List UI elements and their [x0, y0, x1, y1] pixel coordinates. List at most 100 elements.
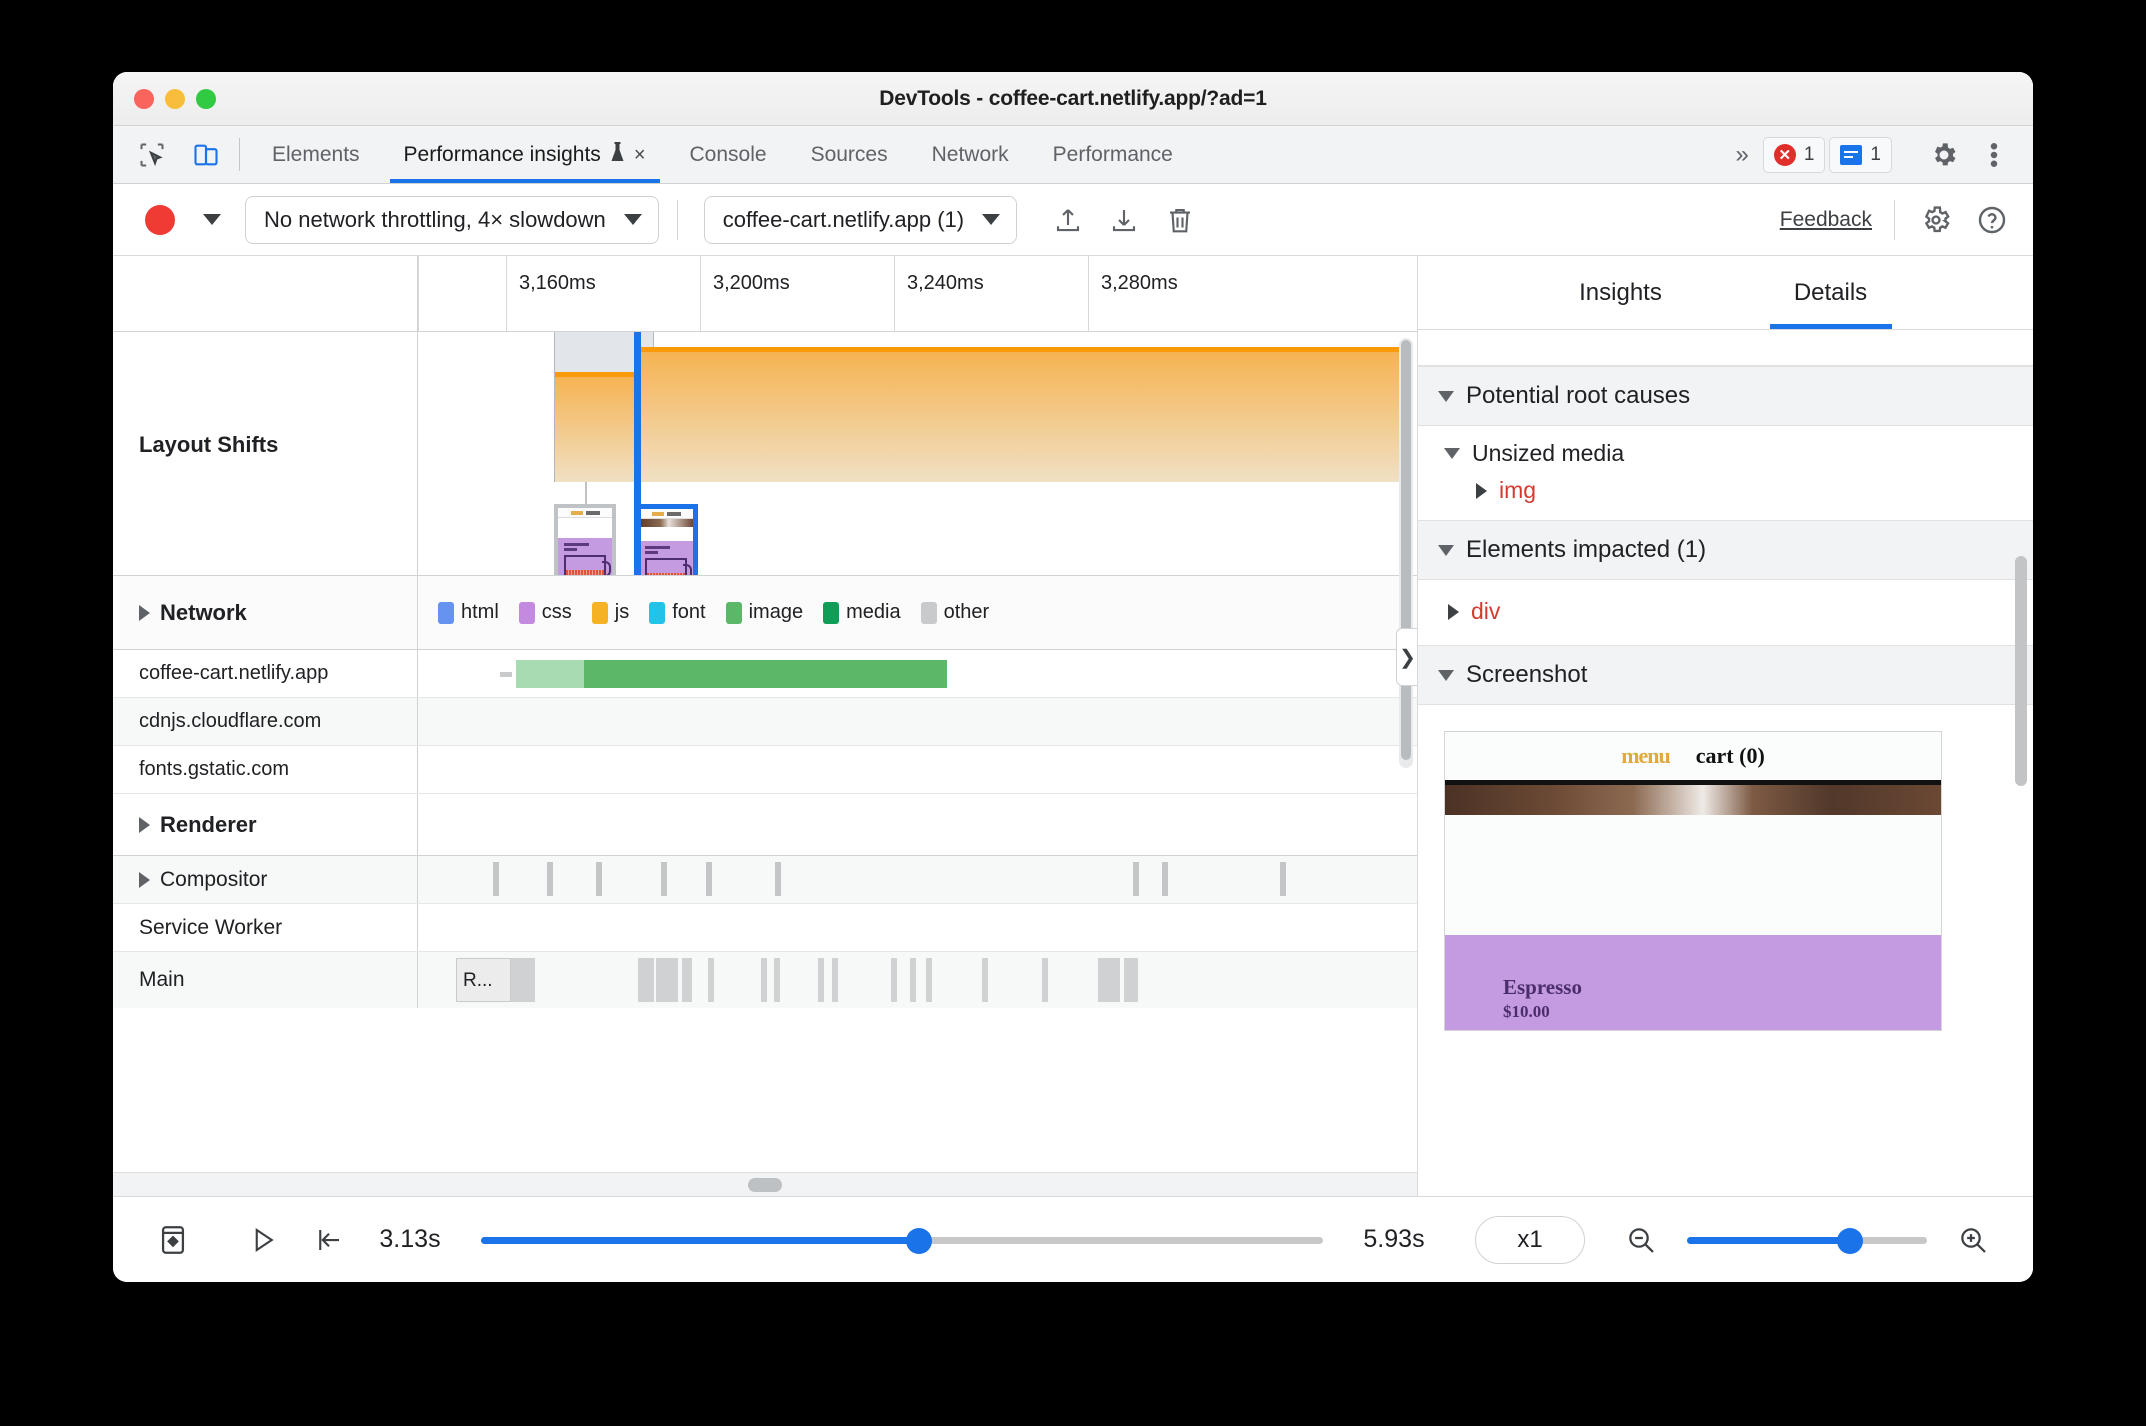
timeline-row-network[interactable]: Network html css js font image media oth…	[113, 576, 1417, 650]
tab-performance-insights[interactable]: Performance insights ×	[382, 126, 668, 183]
timeline-row-request-2[interactable]: cdnjs.cloudflare.com	[113, 698, 1417, 746]
main-thread-task-block[interactable]	[1042, 958, 1048, 1002]
expand-arrow-icon[interactable]	[139, 871, 150, 888]
tab-details[interactable]: Details	[1726, 256, 1936, 329]
timeline-row-layout-shifts[interactable]: Layout Shifts	[113, 332, 1417, 576]
row-label-network[interactable]: Network	[113, 576, 418, 649]
main-thread-task-block[interactable]	[926, 958, 932, 1002]
timeline-row-renderer[interactable]: Renderer	[113, 794, 1417, 856]
compositor-track[interactable]	[418, 856, 1417, 903]
expand-arrow-icon[interactable]	[139, 816, 150, 833]
error-count-badge[interactable]: ✕ 1	[1762, 136, 1826, 173]
main-thread-task-block[interactable]	[682, 958, 692, 1002]
section-elements-impacted[interactable]: Elements impacted (1)	[1418, 520, 2033, 580]
main-thread-task-block[interactable]	[511, 958, 535, 1002]
main-thread-task-block[interactable]	[1124, 958, 1138, 1002]
timeline-scrubber[interactable]	[481, 1227, 1323, 1254]
request-bar-wait[interactable]	[516, 660, 584, 688]
timeline-row-compositor[interactable]: Compositor	[113, 856, 1417, 904]
row-label-compositor[interactable]: Compositor	[113, 856, 418, 903]
request-track-2[interactable]	[418, 698, 1417, 745]
tab-elements[interactable]: Elements	[250, 126, 382, 183]
scrollbar-grip[interactable]	[748, 1177, 782, 1192]
row-label-renderer[interactable]: Renderer	[113, 794, 418, 855]
device-toolbar-icon[interactable]	[183, 133, 229, 177]
help-icon[interactable]	[1969, 197, 2015, 243]
timeline-horizontal-scrollbar[interactable]	[113, 1172, 1417, 1196]
feedback-link[interactable]: Feedback	[1780, 208, 1876, 232]
download-icon[interactable]	[1101, 197, 1147, 243]
main-thread-task-block[interactable]	[708, 958, 714, 1002]
caret-down-icon[interactable]	[1438, 544, 1454, 556]
main-thread-task-block[interactable]	[982, 958, 988, 1002]
timeline-row-request-3[interactable]: fonts.gstatic.com	[113, 746, 1417, 794]
kebab-menu-icon[interactable]	[1971, 133, 2017, 177]
inspect-cursor-icon[interactable]	[129, 133, 175, 177]
impacted-node-div[interactable]: div	[1418, 580, 2033, 645]
layout-shift-thumbnail-1[interactable]	[554, 504, 616, 575]
main-thread-task[interactable]: R...	[456, 958, 511, 1002]
playback-speed-button[interactable]: x1	[1475, 1215, 1585, 1264]
main-thread-task-block[interactable]	[1098, 958, 1120, 1002]
root-cause-group-unsized-media[interactable]: Unsized media	[1418, 426, 2033, 467]
main-thread-task-block[interactable]	[656, 958, 678, 1002]
filmstrip-icon[interactable]	[145, 1212, 201, 1268]
request-track-3[interactable]	[418, 746, 1417, 793]
section-potential-root-causes[interactable]: Potential root causes	[1418, 366, 2033, 426]
trash-icon[interactable]	[1157, 197, 1203, 243]
zoom-out-icon[interactable]	[1613, 1212, 1669, 1268]
caret-right-icon[interactable]	[1448, 603, 1459, 620]
request-bar-download[interactable]	[584, 660, 947, 688]
record-button[interactable]	[145, 204, 175, 235]
collapse-details-button[interactable]: ❯	[1396, 628, 1417, 686]
page-select[interactable]: coffee-cart.netlify.app (1)	[703, 195, 1018, 244]
caret-right-icon[interactable]	[1476, 482, 1487, 499]
main-thread-task-block[interactable]	[910, 958, 916, 1002]
playhead-marker[interactable]	[634, 332, 641, 575]
main-thread-task-block[interactable]	[774, 958, 780, 1002]
main-thread-task-block[interactable]	[832, 958, 838, 1002]
caret-down-icon[interactable]	[1438, 390, 1454, 402]
timeline-row-main[interactable]: Main R...	[113, 952, 1417, 1008]
caret-down-icon[interactable]	[1438, 669, 1454, 681]
details-scrollbar[interactable]	[2015, 556, 2027, 786]
root-cause-node-img[interactable]: img	[1418, 467, 2033, 520]
layout-shift-thumbnail-2-selected[interactable]	[634, 504, 698, 575]
main-thread-task-block[interactable]	[818, 958, 824, 1002]
screenshot-product-price: $10.00	[1503, 1002, 1550, 1021]
throttling-select[interactable]: No network throttling, 4× slowdown	[245, 195, 659, 244]
timeline-vertical-scrollbar[interactable]	[1399, 338, 1413, 768]
layout-shift-band-2[interactable]	[636, 347, 1399, 482]
timeline-row-service-worker[interactable]: Service Worker	[113, 904, 1417, 952]
main-thread-task-block[interactable]	[891, 958, 897, 1002]
message-count-badge[interactable]: 1	[1829, 136, 1892, 173]
main-thread-task-block[interactable]	[638, 958, 654, 1002]
zoom-in-icon[interactable]	[1945, 1212, 2001, 1268]
caret-down-icon[interactable]	[1444, 448, 1460, 459]
gear-icon[interactable]	[1921, 133, 1967, 177]
tab-insights[interactable]: Insights	[1516, 256, 1726, 329]
timeline-pane[interactable]: 3,160ms 3,200ms 3,240ms 3,280ms Layout S…	[113, 256, 1418, 1196]
tab-network[interactable]: Network	[910, 126, 1031, 183]
zoom-knob[interactable]	[1837, 1227, 1864, 1254]
expand-arrow-icon[interactable]	[139, 604, 150, 621]
scrollbar-thumb[interactable]	[1401, 340, 1411, 760]
play-icon[interactable]	[235, 1212, 291, 1268]
scrubber-knob[interactable]	[905, 1227, 932, 1254]
jump-to-start-icon[interactable]	[301, 1212, 357, 1268]
tab-performance[interactable]: Performance	[1031, 126, 1195, 183]
tab-sources[interactable]: Sources	[789, 126, 910, 183]
upload-icon[interactable]	[1045, 197, 1091, 243]
more-tabs-icon[interactable]: »	[1721, 141, 1758, 169]
record-options-caret-icon[interactable]	[203, 214, 221, 225]
main-thread-task-block[interactable]	[761, 958, 767, 1002]
request-track-1[interactable]	[418, 650, 1417, 697]
layout-shifts-track[interactable]	[418, 332, 1417, 575]
tab-console[interactable]: Console	[668, 126, 789, 183]
zoom-slider[interactable]	[1687, 1227, 1927, 1254]
timeline-row-request-1[interactable]: coffee-cart.netlify.app	[113, 650, 1417, 698]
section-screenshot[interactable]: Screenshot	[1418, 645, 2033, 705]
close-tab-icon[interactable]: ×	[634, 145, 646, 165]
main-thread-track[interactable]: R...	[418, 952, 1417, 1008]
gear-icon[interactable]	[1913, 197, 1959, 243]
